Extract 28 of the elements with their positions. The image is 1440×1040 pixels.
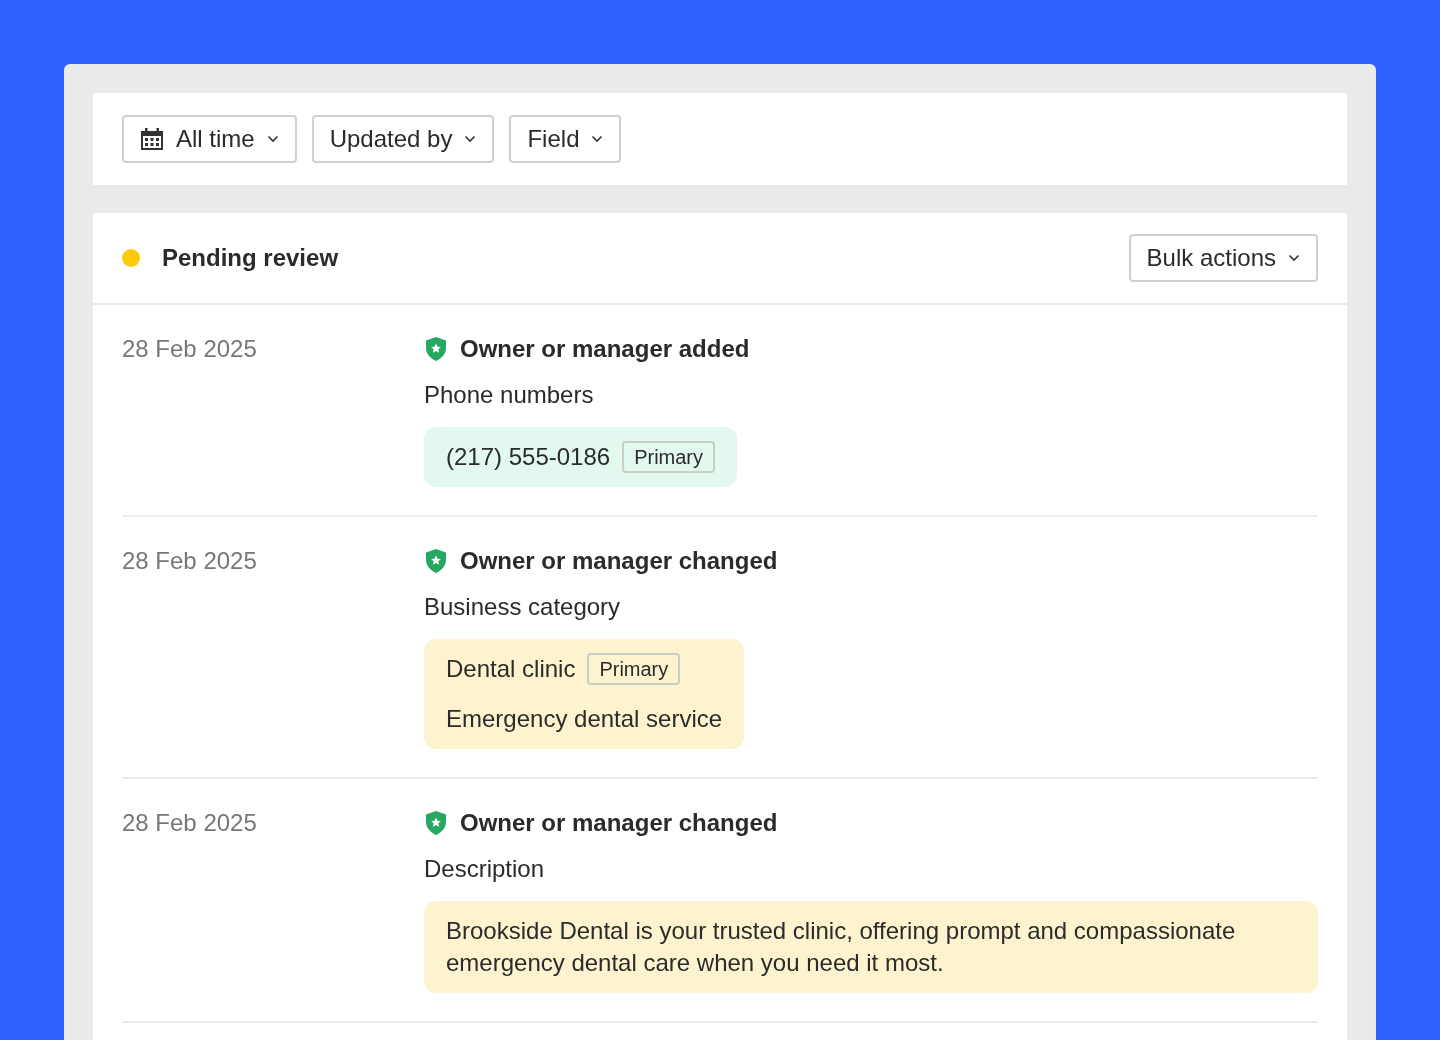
field-name: Business category — [424, 593, 622, 621]
calendar-icon — [140, 127, 164, 151]
field-value: Emergency dental service — [446, 704, 723, 734]
entry-date: 28 Feb 2025 — [122, 547, 258, 576]
field-value: Brookside Dental is your trusted clinic, offering prompt and compassionate emergency dental care when you need it most. — [446, 916, 1237, 978]
bulk-actions-dropdown[interactable]: Bulk actions — [1128, 234, 1318, 282]
caret-icon — [1288, 254, 1300, 262]
entry-date: 28 Feb 2025 — [122, 809, 258, 838]
field-name: Description — [424, 855, 546, 883]
field-value: (217) 555-0186 — [446, 442, 611, 472]
shield-star-icon — [424, 548, 448, 574]
filter-dropdown[interactable]: Field — [509, 115, 622, 163]
shield-star-icon — [424, 336, 448, 362]
filter-dropdown[interactable]: Updated by — [311, 115, 495, 163]
entry-title: Owner or manager changed — [460, 547, 778, 575]
section-title: Pending review — [162, 244, 339, 272]
entry-title: Owner or manager added — [460, 335, 750, 363]
entry-title: Owner or manager changed — [460, 809, 778, 837]
field-name: Phone numbers — [424, 381, 595, 409]
filter-dropdown[interactable]: All time — [122, 115, 297, 163]
caret-icon — [464, 135, 477, 143]
primary-tag: Primary — [622, 441, 715, 473]
primary-tag: Primary — [587, 653, 681, 685]
caret-icon — [266, 135, 279, 143]
field-value: Dental clinic — [446, 654, 576, 684]
caret-icon — [591, 135, 604, 143]
entry-date: 28 Feb 2025 — [122, 335, 258, 364]
shield-star-icon — [424, 810, 448, 836]
